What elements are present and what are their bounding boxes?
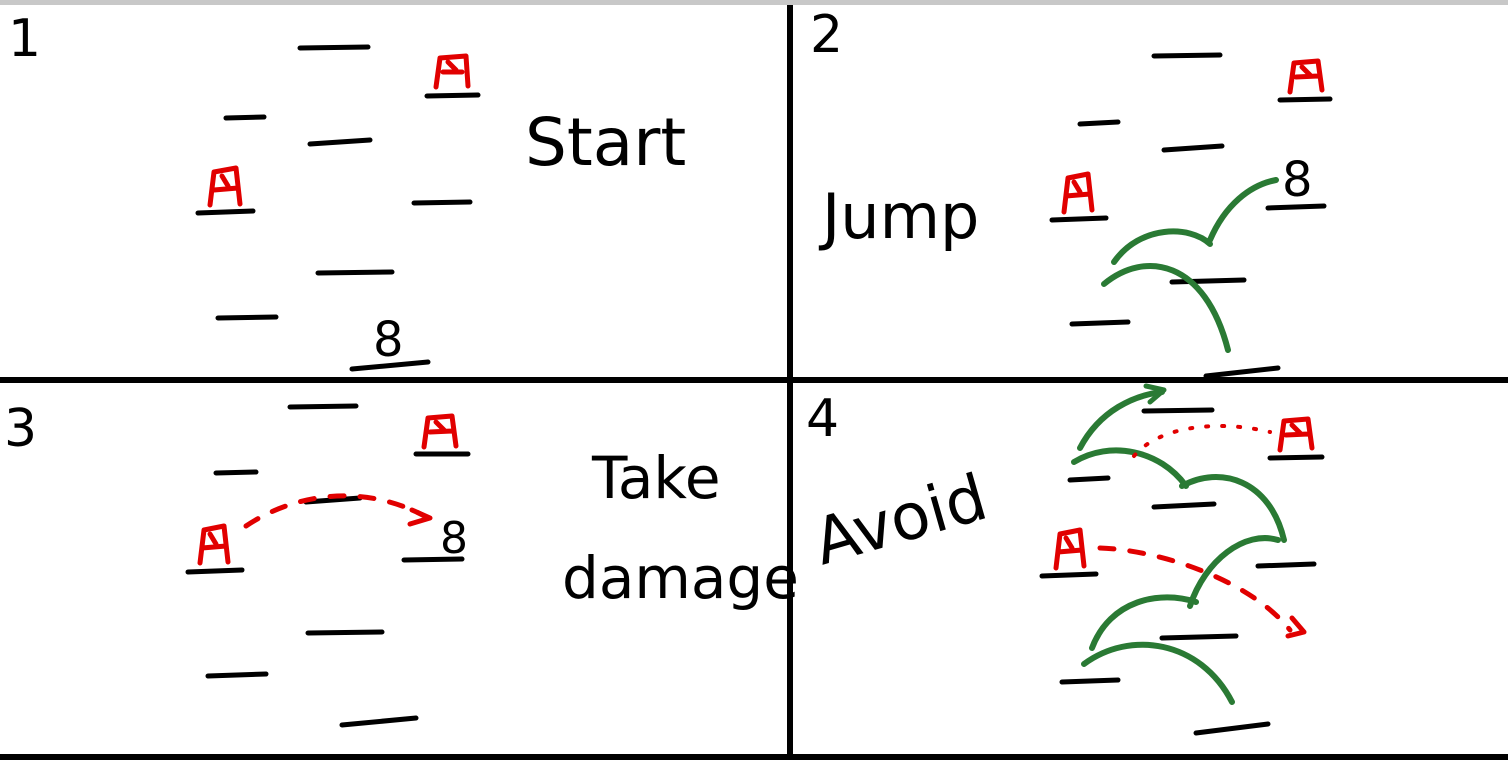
platform bbox=[287, 403, 359, 410]
player-sprite: 8 bbox=[373, 312, 404, 368]
platform bbox=[1059, 677, 1121, 685]
platform bbox=[305, 629, 385, 636]
platform bbox=[315, 269, 395, 276]
platform bbox=[1159, 633, 1239, 641]
enemy-sprite: A bbox=[0, 0, 471, 90]
player-sprite: 8 bbox=[1282, 152, 1313, 208]
panel-3: 3 Take damage 8 bbox=[4, 399, 799, 728]
platform bbox=[195, 208, 256, 216]
platform bbox=[1255, 561, 1317, 569]
panel-number: 4 bbox=[806, 389, 839, 449]
platform bbox=[1151, 52, 1223, 59]
attack-arrowhead bbox=[407, 507, 433, 527]
panel-number: 2 bbox=[810, 5, 843, 65]
platform bbox=[339, 715, 419, 728]
jump-arc bbox=[1081, 641, 1235, 705]
enemy-sprite bbox=[1277, 416, 1315, 453]
jump-arc bbox=[1179, 474, 1287, 543]
platform bbox=[1277, 96, 1333, 103]
platform bbox=[1267, 454, 1325, 461]
panel-2: 2 Jump 8 bbox=[810, 5, 1333, 379]
panel-label: Avoid bbox=[806, 461, 995, 580]
platform bbox=[205, 671, 269, 679]
panel-label: Jump bbox=[818, 180, 979, 253]
platform bbox=[213, 469, 259, 476]
enemy-sprite bbox=[1287, 58, 1325, 95]
platform bbox=[1151, 501, 1217, 510]
jump-arc bbox=[1187, 535, 1281, 609]
panel-label-line-1: Take bbox=[591, 444, 721, 512]
platforms bbox=[195, 44, 481, 372]
platform bbox=[307, 137, 373, 147]
player-sprite: 8 bbox=[440, 513, 468, 564]
platform bbox=[1069, 319, 1131, 327]
platform bbox=[1039, 571, 1099, 579]
platform bbox=[1169, 277, 1247, 285]
panel-label: Start bbox=[525, 104, 686, 181]
platform bbox=[411, 199, 473, 206]
platform bbox=[1141, 407, 1215, 414]
jump-arcs bbox=[1101, 177, 1279, 353]
jump-arc bbox=[1207, 177, 1279, 243]
platform bbox=[215, 314, 279, 321]
panel-number: 3 bbox=[4, 399, 37, 459]
jump-arcs bbox=[1071, 383, 1287, 705]
jump-arc bbox=[1089, 594, 1199, 651]
platforms bbox=[185, 403, 471, 728]
enemy-patrol-path bbox=[1132, 424, 1272, 458]
platform bbox=[1203, 365, 1281, 379]
platform bbox=[1067, 475, 1111, 483]
platform bbox=[1077, 119, 1121, 127]
platform bbox=[1193, 721, 1271, 736]
platform bbox=[1049, 215, 1109, 223]
panel-label-line-2: damage bbox=[562, 544, 799, 612]
panel-4: 4 Avoid bbox=[806, 383, 1325, 736]
enemy-sprite bbox=[421, 413, 459, 450]
panel-1: 1 Start A 8 bbox=[0, 0, 686, 372]
platform bbox=[424, 92, 481, 99]
platform bbox=[297, 44, 371, 51]
enemy-sprite bbox=[207, 165, 243, 208]
enemy-glyph: A bbox=[0, 0, 1, 1]
jump-arc bbox=[1111, 228, 1213, 265]
platform bbox=[223, 114, 267, 121]
enemy-sprite bbox=[1061, 171, 1095, 215]
enemy-sprite bbox=[1053, 527, 1087, 571]
storyboard-canvas: 1 Start A 8 2 Jump 8 3 Take damage 8 4 A… bbox=[0, 0, 1508, 760]
panel-number: 1 bbox=[8, 9, 41, 69]
platforms bbox=[1049, 52, 1333, 379]
enemy-sprite bbox=[197, 523, 231, 566]
platform bbox=[1161, 143, 1225, 153]
platform bbox=[185, 567, 245, 575]
